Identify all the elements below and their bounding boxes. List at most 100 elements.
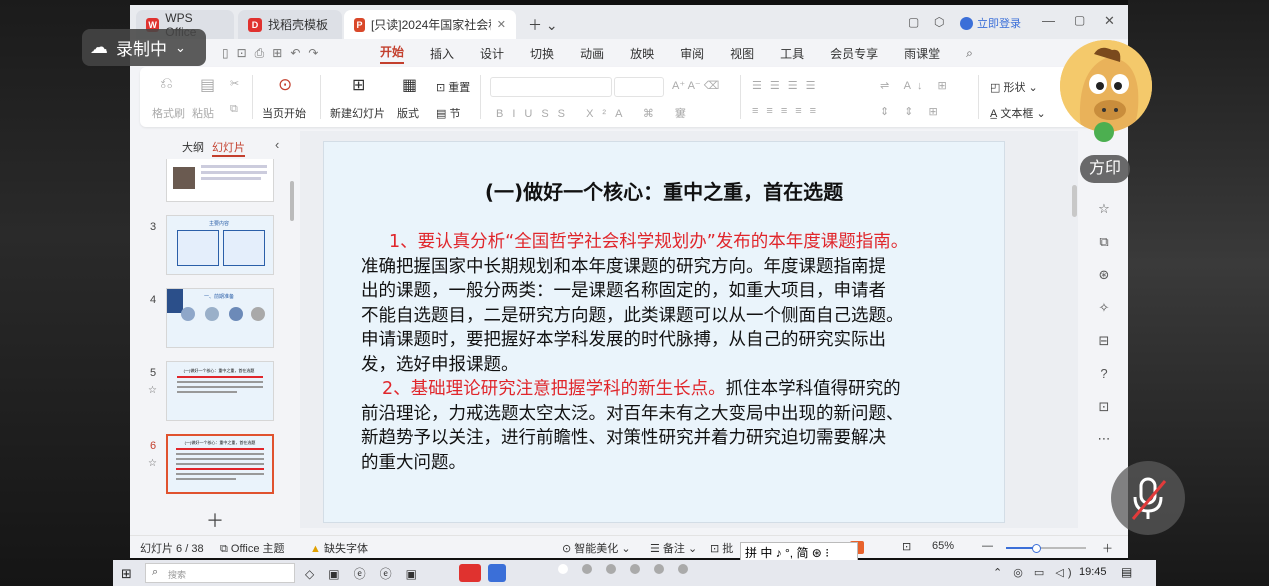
photos-taskbar-icon[interactable] bbox=[488, 564, 506, 582]
print-preview-icon[interactable]: ⊞ bbox=[272, 46, 282, 61]
star-icon[interactable]: ☆ bbox=[148, 458, 157, 469]
menu-view[interactable]: 视图 bbox=[730, 45, 754, 62]
slide-thumbnail-2[interactable] bbox=[166, 159, 274, 202]
missing-font-button[interactable]: ▲ 缺失字体 bbox=[310, 540, 368, 556]
ime-toolbar[interactable]: 拼 中 ♪ °, 简 ⊛ ⁝ bbox=[740, 542, 858, 562]
menu-slideshow[interactable]: 放映 bbox=[630, 45, 654, 62]
font-family-select[interactable] bbox=[490, 77, 612, 97]
tools-icon[interactable]: ✧ bbox=[1096, 300, 1112, 316]
wps-taskbar-icon[interactable] bbox=[459, 564, 481, 582]
paragraph-list-toolbar[interactable]: ☰☰☰☰ bbox=[752, 79, 823, 92]
slide-body-text[interactable]: 1、要认真分析“全国哲学社会科学规划办”发布的本年度课题指南。 准确把握国家中长… bbox=[361, 230, 989, 475]
save-icon[interactable]: ⊡ bbox=[237, 46, 247, 61]
panel-scrollbar[interactable] bbox=[290, 181, 294, 221]
slide-number: 6 bbox=[150, 440, 157, 452]
template-icon[interactable]: ⧉ bbox=[1096, 234, 1112, 250]
zoom-slider[interactable] bbox=[1006, 544, 1086, 553]
fangyin-label[interactable]: 方印 bbox=[1080, 155, 1130, 183]
slide-title[interactable]: (一)做好一个核心：重中之重，首在选题 bbox=[324, 176, 1004, 205]
thumb-image bbox=[173, 167, 195, 189]
add-slide-icon[interactable]: ＋ bbox=[206, 507, 224, 533]
taskbar-search-input[interactable]: ⌕ 搜索 bbox=[145, 563, 295, 583]
section-button[interactable]: ▤ 节 bbox=[436, 105, 460, 121]
star-icon[interactable]: ☆ bbox=[148, 385, 157, 396]
system-tray-icons[interactable]: ⌃ ◎ ▭ ◁) bbox=[993, 566, 1076, 579]
copy-icon[interactable]: ⧉ bbox=[230, 103, 238, 116]
menu-home[interactable]: 开始 bbox=[380, 43, 405, 64]
print-icon[interactable]: ⎙ bbox=[255, 46, 265, 61]
menu-design[interactable]: 设计 bbox=[480, 45, 504, 62]
annotate-button[interactable]: ⊡ 批 bbox=[710, 540, 733, 556]
close-window-icon[interactable]: ✕ bbox=[1104, 13, 1115, 29]
collapse-panel-icon[interactable]: ‹ bbox=[275, 137, 279, 152]
tab-current-document[interactable]: P [只读]2024年国家社会科学基 ✕ bbox=[344, 10, 516, 39]
paragraph-align-toolbar[interactable]: ≡≡≡≡≡ bbox=[752, 105, 824, 117]
textbox-button[interactable]: A̲ 文本框 ⌄ bbox=[990, 105, 1046, 121]
shape-button[interactable]: ◰ 形状 ⌄ bbox=[990, 79, 1038, 95]
style-icon[interactable]: ⊛ bbox=[1096, 267, 1112, 283]
theme-button[interactable]: ⧉ Office 主题 bbox=[220, 540, 285, 556]
section-icon: ▤ bbox=[436, 108, 450, 120]
font-grow-icon[interactable]: A⁺ A⁻ ⌫ bbox=[672, 79, 719, 92]
notes-button[interactable]: ☰ 备注 ⌄ bbox=[650, 540, 697, 556]
mic-muted-button[interactable] bbox=[1111, 461, 1185, 535]
redo-icon[interactable]: ↷ bbox=[308, 46, 318, 61]
cube-icon[interactable]: ⬡ bbox=[934, 15, 944, 29]
canvas-scrollbar[interactable] bbox=[1072, 185, 1077, 217]
text-direction-toolbar[interactable]: ⇌ A↓ ⊞ bbox=[880, 79, 953, 92]
menu-insert[interactable]: 插入 bbox=[430, 45, 454, 62]
help-icon[interactable]: ? bbox=[1096, 366, 1112, 382]
taskbar-app-icons[interactable]: ◇▣ⓔⓔ▣ bbox=[305, 565, 431, 582]
share-icon[interactable]: ⊡ bbox=[1096, 399, 1112, 415]
minimize-icon[interactable]: — bbox=[1042, 13, 1055, 28]
new-slide-button[interactable]: 新建幻灯片 bbox=[330, 105, 385, 121]
paste-button[interactable]: 粘贴 bbox=[192, 105, 214, 121]
notification-icon[interactable]: ▤ bbox=[1121, 565, 1132, 579]
menu-member[interactable]: 会员专享 bbox=[830, 45, 878, 62]
font-style-toolbar[interactable]: BIUSS X²A ⌘ 窶 bbox=[496, 105, 695, 121]
slide-thumbnail-4[interactable]: 一、前期准备 bbox=[166, 288, 274, 348]
font-size-select[interactable] bbox=[614, 77, 664, 97]
tab-label: 找稻壳模板 bbox=[268, 18, 329, 32]
paragraph-2-heading: 2、基础理论研究注意把握学科的新生长点。 bbox=[382, 379, 726, 399]
add-tab-icon[interactable]: ＋ ⌄ bbox=[528, 15, 558, 35]
maximize-icon[interactable]: ▢ bbox=[1074, 13, 1085, 27]
spacing-toolbar[interactable]: ⇕ ⇕ ⊞ bbox=[880, 105, 944, 118]
zoom-level[interactable]: 65% bbox=[932, 540, 954, 552]
slide-thumbnail-3[interactable]: 主要内容 bbox=[166, 215, 274, 275]
search-icon[interactable]: ⌕ bbox=[966, 46, 973, 61]
slide-canvas[interactable]: (一)做好一个核心：重中之重，首在选题 1、要认真分析“全国哲学社会科学规划办”… bbox=[323, 141, 1005, 523]
login-button[interactable]: 立即登录 bbox=[960, 15, 1021, 31]
fit-icon[interactable]: ⊡ bbox=[902, 540, 911, 553]
format-painter-button[interactable]: 格式刷 bbox=[152, 105, 185, 121]
tab-outline[interactable]: 大纲 bbox=[182, 139, 204, 155]
zoom-slider-thumb[interactable] bbox=[1032, 544, 1041, 553]
slide-thumbnail-6[interactable]: (一)做好一个核心：重中之重，首在选题 bbox=[166, 434, 274, 494]
menu-rain-classroom[interactable]: 雨课堂 bbox=[904, 45, 940, 62]
zoom-out-icon[interactable]: — bbox=[982, 540, 993, 552]
menu-animations[interactable]: 动画 bbox=[580, 45, 604, 62]
recording-indicator[interactable]: ☁ 录制中 ⌄ bbox=[82, 29, 206, 66]
tab-slides[interactable]: 幻灯片 bbox=[212, 139, 245, 157]
slide-thumbnail-5[interactable]: (一)做好一个核心：重中之重，首在选题 bbox=[166, 361, 274, 421]
menu-review[interactable]: 审阅 bbox=[680, 45, 704, 62]
theme-icon: ⧉ bbox=[220, 543, 231, 555]
avatar[interactable] bbox=[1060, 40, 1152, 132]
book-icon[interactable]: ⊟ bbox=[1096, 333, 1112, 349]
play-from-current-button[interactable]: 当页开始 bbox=[262, 105, 306, 121]
smart-beautify-button[interactable]: ⊙ 智能美化 ⌄ bbox=[562, 540, 631, 556]
layout-button[interactable]: 版式 bbox=[397, 105, 419, 121]
tab-docer-templates[interactable]: D 找稻壳模板 bbox=[238, 10, 342, 39]
windows-start-icon[interactable]: ⊞ bbox=[121, 566, 132, 582]
menu-transitions[interactable]: 切换 bbox=[530, 45, 554, 62]
cut-icon[interactable]: ✂ bbox=[230, 77, 239, 90]
menu-tools[interactable]: 工具 bbox=[780, 45, 804, 62]
zoom-in-icon[interactable]: ＋ bbox=[1102, 540, 1113, 556]
undo-icon[interactable]: ↶ bbox=[290, 46, 300, 61]
open-icon[interactable]: ▯ bbox=[222, 46, 229, 61]
reset-button[interactable]: ⊡ 重置 bbox=[436, 79, 470, 95]
star-icon[interactable]: ☆ bbox=[1096, 201, 1112, 217]
more-icon[interactable]: ⋯ bbox=[1096, 431, 1112, 447]
layout-icon[interactable]: ▢ bbox=[908, 15, 919, 29]
close-icon[interactable]: ✕ bbox=[497, 18, 506, 31]
